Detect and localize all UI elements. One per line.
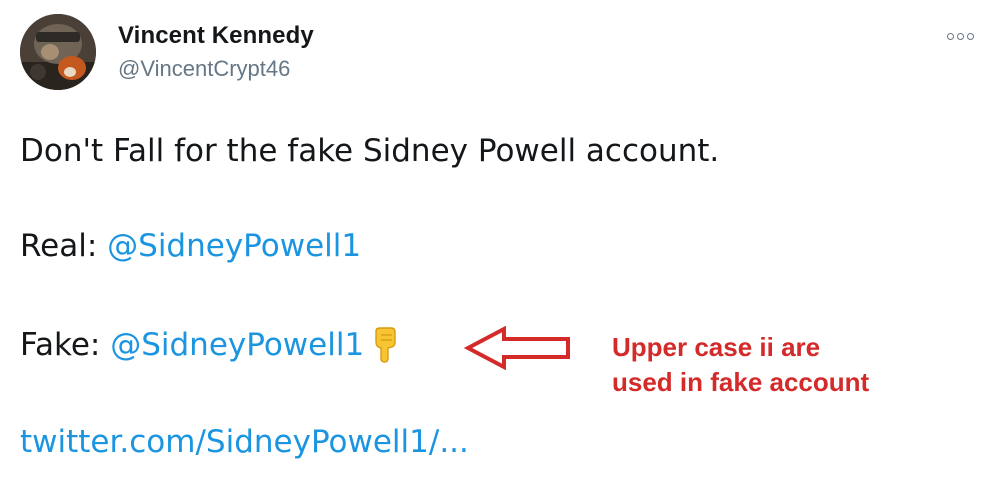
tweet-link-line: twitter.com/SidneyPowell1/...: [20, 422, 469, 462]
fake-mention-link[interactable]: @SidneyPowell1: [110, 327, 364, 363]
more-options-icon[interactable]: [947, 26, 974, 46]
annotation-line-2: used in fake account: [612, 367, 870, 397]
real-mention-link[interactable]: @SidneyPowell1: [107, 228, 361, 264]
annotation-line-1: Upper case ii are: [612, 332, 821, 362]
fake-label: Fake:: [20, 327, 101, 363]
real-label: Real:: [20, 228, 98, 264]
profile-photo-icon: [20, 14, 96, 90]
tweet-text-line: Don't Fall for the fake Sidney Powell ac…: [20, 133, 720, 169]
more-dot: [957, 32, 964, 40]
external-link[interactable]: twitter.com/SidneyPowell1/...: [20, 424, 469, 460]
more-dot: [947, 32, 954, 40]
fake-account-line: Fake: @SidneyPowell1: [20, 325, 398, 373]
annotation-note: Upper case ii are used in fake account: [612, 330, 869, 400]
author-handle[interactable]: @VincentCrypt46: [118, 56, 290, 82]
real-account-line: Real: @SidneyPowell1: [20, 226, 361, 266]
tweet-card: Vincent Kennedy @VincentCrypt46 Don't Fa…: [0, 0, 1000, 484]
pointing-down-hand-icon: [372, 327, 398, 373]
left-arrow-outline-icon: [463, 325, 572, 374]
more-dot: [967, 32, 974, 40]
author-display-name[interactable]: Vincent Kennedy: [118, 22, 314, 50]
author-avatar[interactable]: [20, 14, 96, 90]
